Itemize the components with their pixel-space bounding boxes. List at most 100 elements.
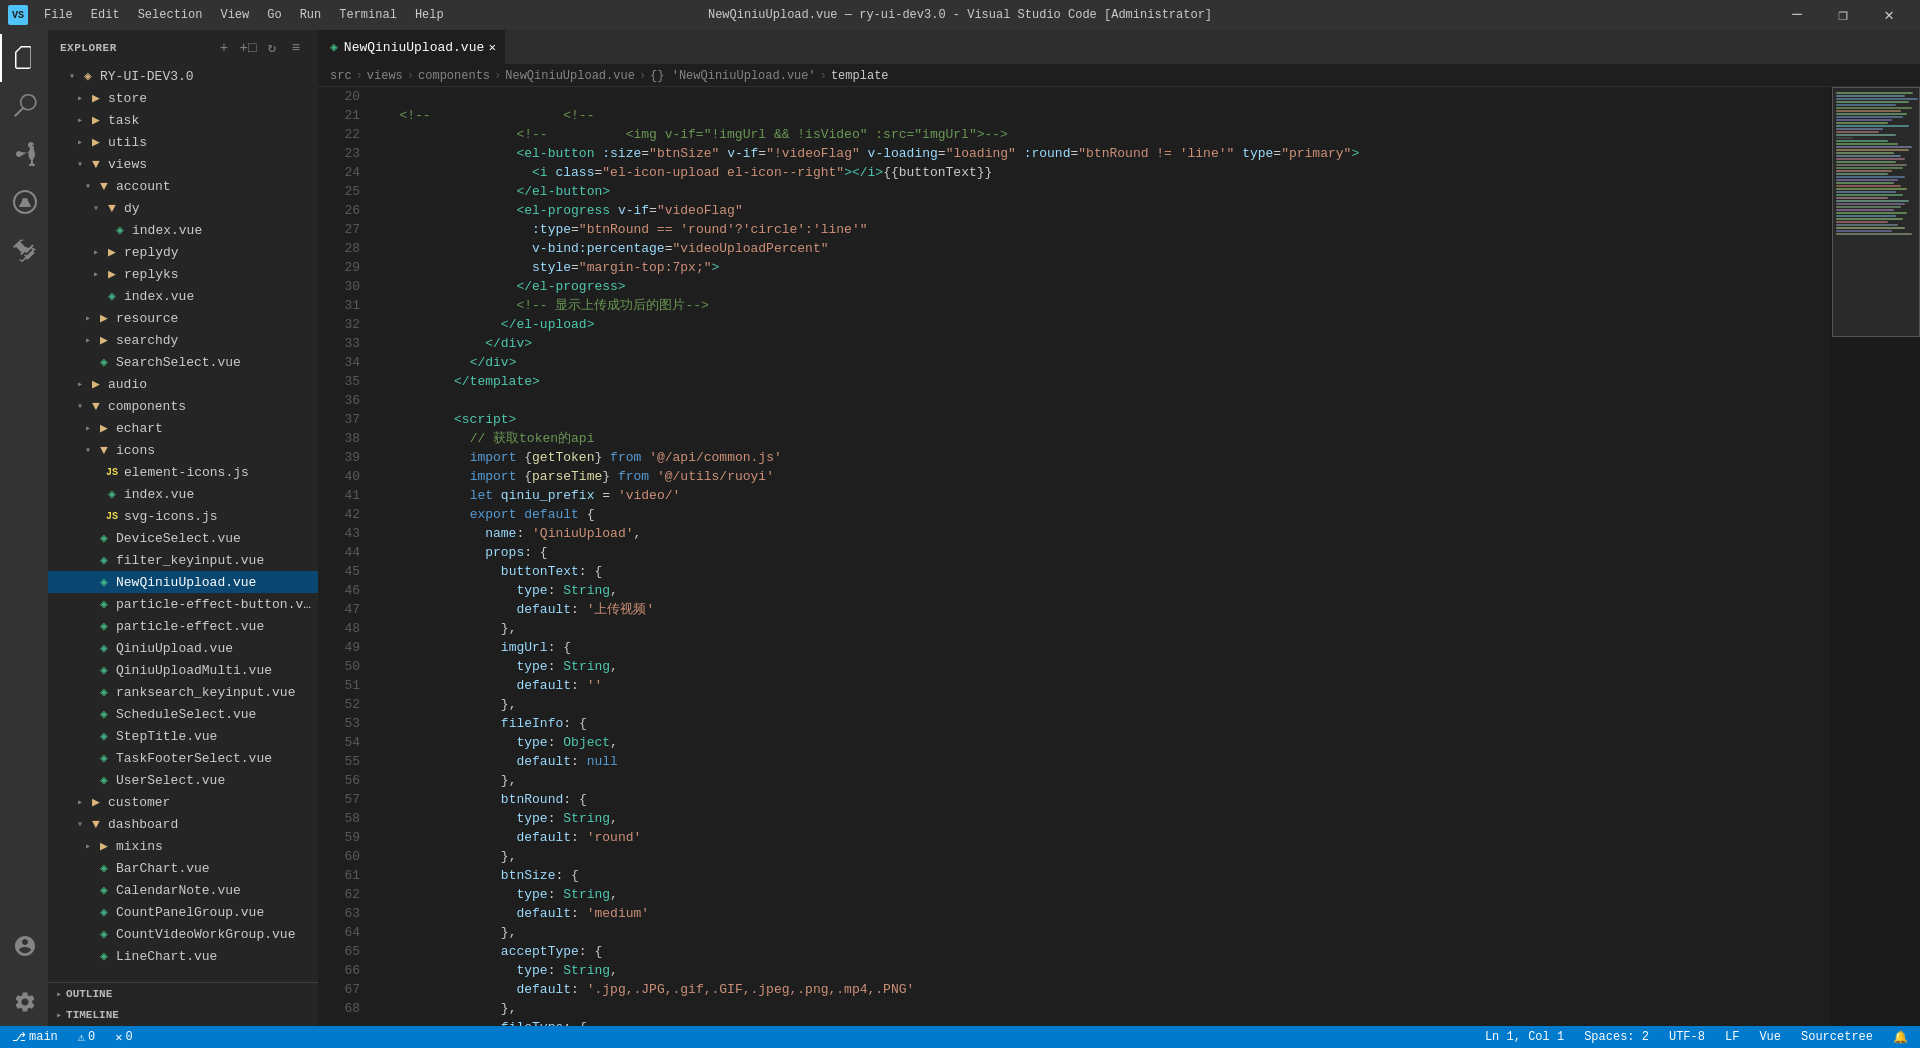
tree-item-svg-icons[interactable]: JS svg-icons.js [48, 505, 318, 527]
tree-item-userselect[interactable]: ◈ UserSelect.vue [48, 769, 318, 791]
tree-item-taskfooterselect[interactable]: ◈ TaskFooterSelect.vue [48, 747, 318, 769]
folder-customer-icon: ▶ [88, 794, 104, 810]
tree-item-resource[interactable]: ▸ ▶ resource [48, 307, 318, 329]
tree-item-barchart[interactable]: ◈ BarChart.vue [48, 857, 318, 879]
tree-item-deviceselect[interactable]: ◈ DeviceSelect.vue [48, 527, 318, 549]
tree-item-utils[interactable]: ▸ ▶ utils [48, 131, 318, 153]
tree-item-element-icons[interactable]: JS element-icons.js [48, 461, 318, 483]
sidebar-actions: + +□ ↻ ≡ [214, 38, 306, 58]
collapse-button[interactable]: ≡ [286, 38, 306, 58]
language-indicator[interactable]: Vue [1755, 1030, 1785, 1044]
refresh-button[interactable]: ↻ [262, 38, 282, 58]
bc-template[interactable]: template [831, 69, 889, 83]
tree-item-replydy[interactable]: ▸ ▶ replydy [48, 241, 318, 263]
menu-run[interactable]: Run [292, 4, 330, 26]
timeline-section[interactable]: ▸ TIMELINE [48, 1004, 318, 1026]
activity-run-debug[interactable] [0, 178, 48, 226]
menu-terminal[interactable]: Terminal [331, 4, 405, 26]
tree-item-icons-index[interactable]: ◈ index.vue [48, 483, 318, 505]
code-content[interactable]: <!-- <!-- <!-- <img v-if="!imgUrl && !is… [368, 87, 1830, 1026]
tree-item-customer[interactable]: ▸ ▶ customer [48, 791, 318, 813]
tree-item-account-index[interactable]: ◈ index.vue [48, 285, 318, 307]
tree-item-filter-keyinput[interactable]: ◈ filter_keyinput.vue [48, 549, 318, 571]
tree-item-dy-index[interactable]: ◈ index.vue [48, 219, 318, 241]
tree-item-store[interactable]: ▸ ▶ store [48, 87, 318, 109]
restore-button[interactable]: ❐ [1820, 0, 1866, 30]
tree-item-qiniuupload[interactable]: ◈ QiniuUpload.vue [48, 637, 318, 659]
tree-item-task[interactable]: ▸ ▶ task [48, 109, 318, 131]
tree-item-countvideoworkgroup[interactable]: ◈ CountVideoWorkGroup.vue [48, 923, 318, 945]
outline-section[interactable]: ▸ OUTLINE [48, 982, 318, 1004]
encoding-indicator[interactable]: UTF-8 [1665, 1030, 1709, 1044]
activity-settings[interactable] [0, 978, 48, 1026]
tree-item-scheduleselect[interactable]: ◈ ScheduleSelect.vue [48, 703, 318, 725]
new-file-button[interactable]: + [214, 38, 234, 58]
sidebar-header: EXPLORER + +□ ↻ ≡ [48, 30, 318, 65]
close-button[interactable]: ✕ [1866, 0, 1912, 30]
project-root[interactable]: ▾ ◈ RY-UI-DEV3.0 [48, 65, 318, 87]
tree-item-steptitle[interactable]: ◈ StepTitle.vue [48, 725, 318, 747]
tab-label: NewQiniuUpload.vue [344, 40, 484, 55]
js-element-icons-icon: JS [104, 467, 120, 478]
activity-source-control[interactable] [0, 130, 48, 178]
tree-item-replyks[interactable]: ▸ ▶ replyks [48, 263, 318, 285]
statusbar: ⎇ main ⚠ 0 ✕ 0 Ln 1, Col 1 Spaces: 2 UTF… [0, 1026, 1920, 1048]
tree-item-dy[interactable]: ▾ ▼ dy [48, 197, 318, 219]
tab-newqiniuupload[interactable]: ◈ NewQiniuUpload.vue ✕ [318, 30, 505, 64]
minimize-button[interactable]: ─ [1774, 0, 1820, 30]
tree-item-views[interactable]: ▾ ▼ views [48, 153, 318, 175]
activity-explorer[interactable] [0, 34, 48, 82]
vue-file-icon: ◈ [112, 222, 128, 238]
activity-account[interactable] [0, 922, 48, 970]
tab-vue-icon: ◈ [330, 39, 338, 55]
bc-src[interactable]: src [330, 69, 352, 83]
menu-view[interactable]: View [212, 4, 257, 26]
tree-item-calendarnote[interactable]: ◈ CalendarNote.vue [48, 879, 318, 901]
menu-file[interactable]: File [36, 4, 81, 26]
tree-item-newqiniuupload[interactable]: ◈ NewQiniuUpload.vue [48, 571, 318, 593]
statusbar-right: Ln 1, Col 1 Spaces: 2 UTF-8 LF Vue Sourc… [1481, 1030, 1912, 1045]
js-svg-icons-icon: JS [104, 511, 120, 522]
menu-edit[interactable]: Edit [83, 4, 128, 26]
tree-item-mixins[interactable]: ▸ ▶ mixins [48, 835, 318, 857]
error-icon: ✕ [115, 1030, 122, 1045]
bc-file[interactable]: NewQiniuUpload.vue [505, 69, 635, 83]
tree-item-searchdy[interactable]: ▸ ▶ searchdy [48, 329, 318, 351]
spaces-indicator[interactable]: Spaces: 2 [1580, 1030, 1653, 1044]
tree-item-qiniuuploadmulti[interactable]: ◈ QiniuUploadMulti.vue [48, 659, 318, 681]
tab-close-button[interactable]: ✕ [484, 39, 500, 55]
vue-account-index-icon: ◈ [104, 288, 120, 304]
tree-item-searchselect[interactable]: ◈ SearchSelect.vue [48, 351, 318, 373]
tree-item-audio[interactable]: ▸ ▶ audio [48, 373, 318, 395]
branch-indicator[interactable]: ⎇ main [8, 1030, 62, 1045]
vue-userselect-icon: ◈ [96, 772, 112, 788]
sourcetree-indicator[interactable]: Sourcetree [1797, 1030, 1877, 1044]
cursor-position[interactable]: Ln 1, Col 1 [1481, 1030, 1568, 1044]
activity-search[interactable] [0, 82, 48, 130]
new-folder-button[interactable]: +□ [238, 38, 258, 58]
folder-mixins-icon: ▶ [96, 838, 112, 854]
menu-help[interactable]: Help [407, 4, 452, 26]
tree-item-components[interactable]: ▾ ▼ components [48, 395, 318, 417]
notifications-indicator[interactable]: 🔔 [1889, 1030, 1912, 1045]
window-title: NewQiniuUpload.vue — ry-ui-dev3.0 - Visu… [708, 8, 1212, 22]
eol-indicator[interactable]: LF [1721, 1030, 1743, 1044]
tree-item-icons[interactable]: ▾ ▼ icons [48, 439, 318, 461]
error-indicator[interactable]: ✕ 0 [111, 1030, 136, 1045]
bc-components[interactable]: components [418, 69, 490, 83]
menu-go[interactable]: Go [259, 4, 289, 26]
activity-extensions[interactable] [0, 226, 48, 274]
tree-item-account[interactable]: ▾ ▼ account [48, 175, 318, 197]
tree-item-ranksearch[interactable]: ◈ ranksearch_keyinput.vue [48, 681, 318, 703]
warning-indicator[interactable]: ⚠ 0 [74, 1030, 99, 1045]
bc-views[interactable]: views [367, 69, 403, 83]
menu-selection[interactable]: Selection [130, 4, 211, 26]
bc-symbol[interactable]: {} 'NewQiniuUpload.vue' [650, 69, 816, 83]
tree-item-dashboard[interactable]: ▾ ▼ dashboard [48, 813, 318, 835]
tree-item-particle-button[interactable]: ◈ particle-effect-button.vue [48, 593, 318, 615]
tree-item-countpanelgroup[interactable]: ◈ CountPanelGroup.vue [48, 901, 318, 923]
tree-item-linechart[interactable]: ◈ LineChart.vue [48, 945, 318, 967]
window-controls: ─ ❐ ✕ [1774, 0, 1912, 30]
tree-item-echart[interactable]: ▸ ▶ echart [48, 417, 318, 439]
tree-item-particle-effect[interactable]: ◈ particle-effect.vue [48, 615, 318, 637]
